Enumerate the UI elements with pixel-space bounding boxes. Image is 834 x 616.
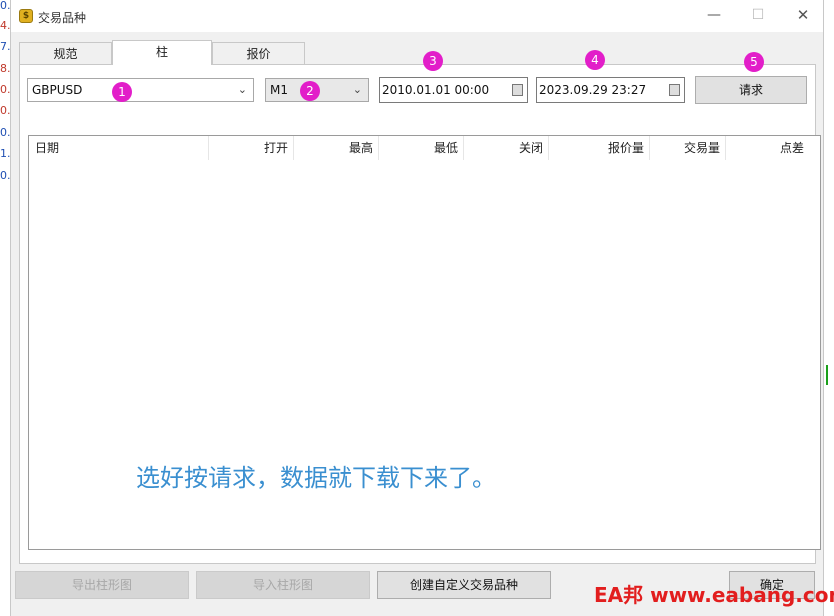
bg-number: 0. xyxy=(0,0,11,12)
maximize-button[interactable]: ☐ xyxy=(743,4,773,26)
table-header: 日期 打开 最高 最低 关闭 报价量 交易量 点差 xyxy=(29,136,820,160)
step-badge-3: 3 xyxy=(423,51,443,71)
column-header-close[interactable]: 关闭 xyxy=(464,136,549,160)
bg-number: 4. xyxy=(0,19,11,32)
export-bars-button[interactable]: 导出柱形图 xyxy=(15,571,189,599)
date-to-picker[interactable]: 2023.09.29 23:27 xyxy=(536,77,685,103)
symbol-select[interactable]: GBPUSD ⌄ xyxy=(27,78,254,102)
column-header-volume[interactable]: 交易量 xyxy=(650,136,726,160)
bg-number: 0. xyxy=(0,83,11,96)
step-badge-4: 4 xyxy=(585,50,605,70)
calendar-icon[interactable] xyxy=(512,84,523,96)
window-title: 交易品种 xyxy=(38,11,87,25)
column-header-low[interactable]: 最低 xyxy=(379,136,464,160)
column-header-date[interactable]: 日期 xyxy=(29,136,209,160)
tab-specification[interactable]: 规范 xyxy=(19,42,112,64)
app-icon: $ xyxy=(19,9,33,23)
watermark: EA邦 www.eabang.com xyxy=(594,583,834,607)
title-bar: $ 交易品种 — ☐ ✕ xyxy=(11,0,823,32)
timeframe-value: M1 xyxy=(270,83,288,97)
bg-number: 1. xyxy=(0,147,11,160)
chevron-down-icon: ⌄ xyxy=(237,83,247,96)
symbols-dialog: $ 交易品种 — ☐ ✕ 规范 柱 报价 GBPUSD ⌄ M1 ⌄ 2010.… xyxy=(10,0,824,616)
instruction-annotation: 选好按请求，数据就下载下来了。 xyxy=(136,464,496,492)
step-badge-5: 5 xyxy=(744,52,764,72)
date-from-picker[interactable]: 2010.01.01 00:00 xyxy=(379,77,528,103)
bg-number: 7. xyxy=(0,40,11,53)
bg-number: 8. xyxy=(0,62,11,75)
import-bars-button[interactable]: 导入柱形图 xyxy=(196,571,370,599)
step-badge-2: 2 xyxy=(300,81,320,101)
column-header-spread[interactable]: 点差 xyxy=(726,136,809,160)
bg-number: 0. xyxy=(0,126,11,139)
column-header-high[interactable]: 最高 xyxy=(294,136,379,160)
date-from-value: 2010.01.01 00:00 xyxy=(382,83,490,97)
close-button[interactable]: ✕ xyxy=(788,4,818,26)
step-badge-1: 1 xyxy=(112,82,132,102)
column-header-open[interactable]: 打开 xyxy=(209,136,294,160)
tab-bars[interactable]: 柱 xyxy=(112,40,212,65)
column-header-tick-volume[interactable]: 报价量 xyxy=(549,136,650,160)
minimize-button[interactable]: — xyxy=(699,4,729,26)
background-window-edge: 0. 4. 7. 8. 0. 0. 0. 1. 0. xyxy=(0,0,11,616)
chevron-down-icon: ⌄ xyxy=(352,83,362,96)
background-chart-edge xyxy=(823,0,834,616)
calendar-icon[interactable] xyxy=(669,84,680,96)
symbol-value: GBPUSD xyxy=(32,83,83,97)
date-to-value: 2023.09.29 23:27 xyxy=(539,83,647,97)
tab-quotes[interactable]: 报价 xyxy=(212,42,305,64)
bg-number: 0. xyxy=(0,104,11,117)
create-custom-symbol-button[interactable]: 创建自定义交易品种 xyxy=(377,571,551,599)
bg-number: 0. xyxy=(0,169,11,182)
request-button[interactable]: 请求 xyxy=(695,76,807,104)
chart-bar xyxy=(826,365,828,385)
